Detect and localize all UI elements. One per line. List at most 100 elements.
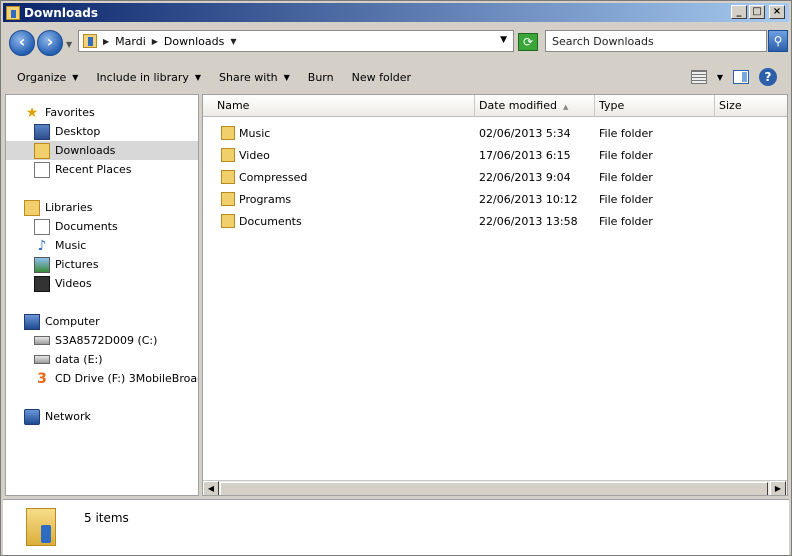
- column-header-name[interactable]: Name: [203, 95, 475, 117]
- folder-icon: [221, 170, 235, 184]
- folder-icon: [221, 126, 235, 140]
- folder-icon: [221, 148, 235, 162]
- hard-drive-icon: [34, 355, 50, 364]
- film-icon: [34, 275, 50, 292]
- forward-button[interactable]: ›: [37, 30, 63, 56]
- file-type: File folder: [599, 193, 653, 206]
- item-count: 5 items: [84, 511, 129, 525]
- desktop-icon: [34, 123, 50, 140]
- preview-pane-icon[interactable]: [733, 70, 749, 84]
- nav-computer[interactable]: Computer: [24, 312, 100, 331]
- horizontal-scrollbar[interactable]: ◀ ▶: [203, 480, 787, 495]
- file-date: 02/06/2013 5:34: [479, 127, 571, 140]
- organize-button[interactable]: Organize ▼: [17, 71, 78, 84]
- file-type: File folder: [599, 171, 653, 184]
- file-date: 22/06/2013 13:58: [479, 215, 578, 228]
- window-title: Downloads: [24, 5, 99, 20]
- file-row[interactable]: Programs 22/06/2013 10:12 File folder: [203, 189, 787, 211]
- nav-documents[interactable]: Documents: [34, 217, 118, 236]
- file-date: 22/06/2013 10:12: [479, 193, 578, 206]
- network-icon: [24, 408, 40, 425]
- computer-icon: [24, 313, 40, 330]
- file-name: Video: [239, 149, 270, 162]
- command-bar: Organize ▼ Include in library ▼ Share with…: [3, 61, 789, 93]
- scroll-right-button[interactable]: ▶: [770, 481, 786, 495]
- file-row[interactable]: Compressed 22/06/2013 9:04 File folder: [203, 167, 787, 189]
- downloads-folder-icon: [26, 508, 56, 546]
- column-header-date-modified[interactable]: Date modified ▲: [475, 95, 595, 117]
- back-button[interactable]: ‹: [9, 30, 35, 56]
- file-date: 22/06/2013 9:04: [479, 171, 571, 184]
- breadcrumb-downloads[interactable]: Downloads: [164, 35, 224, 48]
- file-type: File folder: [599, 149, 653, 162]
- chevron-down-icon: ▼: [283, 72, 290, 82]
- downloads-folder-icon: [34, 142, 50, 159]
- nav-downloads[interactable]: Downloads: [6, 141, 198, 160]
- share-with-button[interactable]: Share with ▼: [219, 71, 290, 84]
- file-list: Name Date modified ▲ Type Size Music 02/0…: [202, 94, 788, 496]
- address-dropdown-button[interactable]: ▼: [500, 35, 507, 45]
- nav-network[interactable]: Network: [24, 407, 91, 426]
- breadcrumb-separator[interactable]: ▶: [103, 37, 109, 46]
- view-dropdown-button[interactable]: ▼: [717, 73, 723, 82]
- star-icon: ★: [25, 104, 39, 121]
- nav-drive-e[interactable]: data (E:): [34, 350, 103, 369]
- minimize-button[interactable]: _: [731, 5, 747, 19]
- burn-button[interactable]: Burn: [308, 71, 334, 84]
- file-date: 17/06/2013 6:15: [479, 149, 571, 162]
- file-row[interactable]: Documents 22/06/2013 13:58 File folder: [203, 211, 787, 233]
- cd-drive-icon: 3: [37, 370, 47, 387]
- nav-recent-places[interactable]: Recent Places: [34, 160, 132, 179]
- breadcrumb-separator[interactable]: ▶: [152, 37, 158, 46]
- maximize-button[interactable]: □: [749, 5, 765, 19]
- hard-drive-icon: [34, 336, 50, 345]
- file-row[interactable]: Music 02/06/2013 5:34 File folder: [203, 123, 787, 145]
- nav-pictures[interactable]: Pictures: [34, 255, 99, 274]
- new-folder-button[interactable]: New folder: [352, 71, 411, 84]
- search-input[interactable]: Search Downloads: [545, 30, 767, 52]
- file-name: Documents: [239, 215, 302, 228]
- documents-icon: [34, 218, 50, 235]
- nav-desktop[interactable]: Desktop: [34, 122, 100, 141]
- file-type: File folder: [599, 215, 653, 228]
- chevron-down-icon: ▼: [194, 72, 202, 82]
- nav-videos[interactable]: Videos: [34, 274, 92, 293]
- view-options-icon[interactable]: [690, 70, 707, 84]
- folder-icon: [221, 192, 235, 206]
- navigation-pane: ★ Favorites Desktop Downloads Recent Plac…: [5, 94, 199, 496]
- nav-drive-f[interactable]: 3CD Drive (F:) 3MobileBroadband: [34, 369, 198, 388]
- nav-music[interactable]: ♪ Music: [34, 236, 87, 255]
- recent-places-icon: [34, 161, 50, 178]
- nav-favorites[interactable]: ★ Favorites: [24, 103, 95, 122]
- nav-drive-c[interactable]: S3A8572D009 (C:): [34, 331, 157, 350]
- title-bar[interactable]: Downloads _ □ ×: [3, 3, 789, 22]
- address-bar[interactable]: ▶ Mardi ▶ Downloads ▼ ▼: [78, 30, 514, 52]
- nav-libraries[interactable]: Libraries: [24, 198, 93, 217]
- file-name: Programs: [239, 193, 292, 206]
- search-button[interactable]: ⚲: [768, 30, 788, 52]
- close-button[interactable]: ×: [769, 5, 785, 19]
- refresh-button[interactable]: ⟳: [518, 33, 538, 51]
- address-bar-area: ‹ › ▼ ▶ Mardi ▶ Downloads ▼ ▼ ⟳ Search D…: [3, 25, 789, 59]
- scrollbar-thumb[interactable]: [220, 482, 768, 495]
- file-row[interactable]: Video 17/06/2013 6:15 File folder: [203, 145, 787, 167]
- include-in-library-button[interactable]: Include in library ▼: [96, 71, 201, 84]
- recent-pages-dropdown[interactable]: ▼: [66, 40, 72, 49]
- file-name: Compressed: [239, 171, 308, 184]
- details-pane: 5 items: [3, 499, 789, 555]
- sort-ascending-icon: ▲: [562, 103, 569, 111]
- music-note-icon: ♪: [37, 237, 47, 254]
- downloads-folder-icon: [6, 5, 20, 20]
- chevron-down-icon: ▼: [72, 72, 79, 82]
- downloads-folder-icon: [83, 34, 97, 48]
- folder-icon: [221, 214, 235, 228]
- column-header-type[interactable]: Type: [595, 95, 715, 117]
- help-icon[interactable]: ?: [759, 68, 777, 86]
- scroll-left-button[interactable]: ◀: [203, 481, 219, 495]
- file-type: File folder: [599, 127, 653, 140]
- column-header-row: Name Date modified ▲ Type Size: [203, 95, 787, 117]
- breadcrumb-mardi[interactable]: Mardi: [115, 35, 146, 48]
- column-header-size[interactable]: Size: [715, 95, 787, 117]
- breadcrumb-separator[interactable]: ▼: [230, 37, 236, 46]
- pictures-icon: [34, 256, 50, 273]
